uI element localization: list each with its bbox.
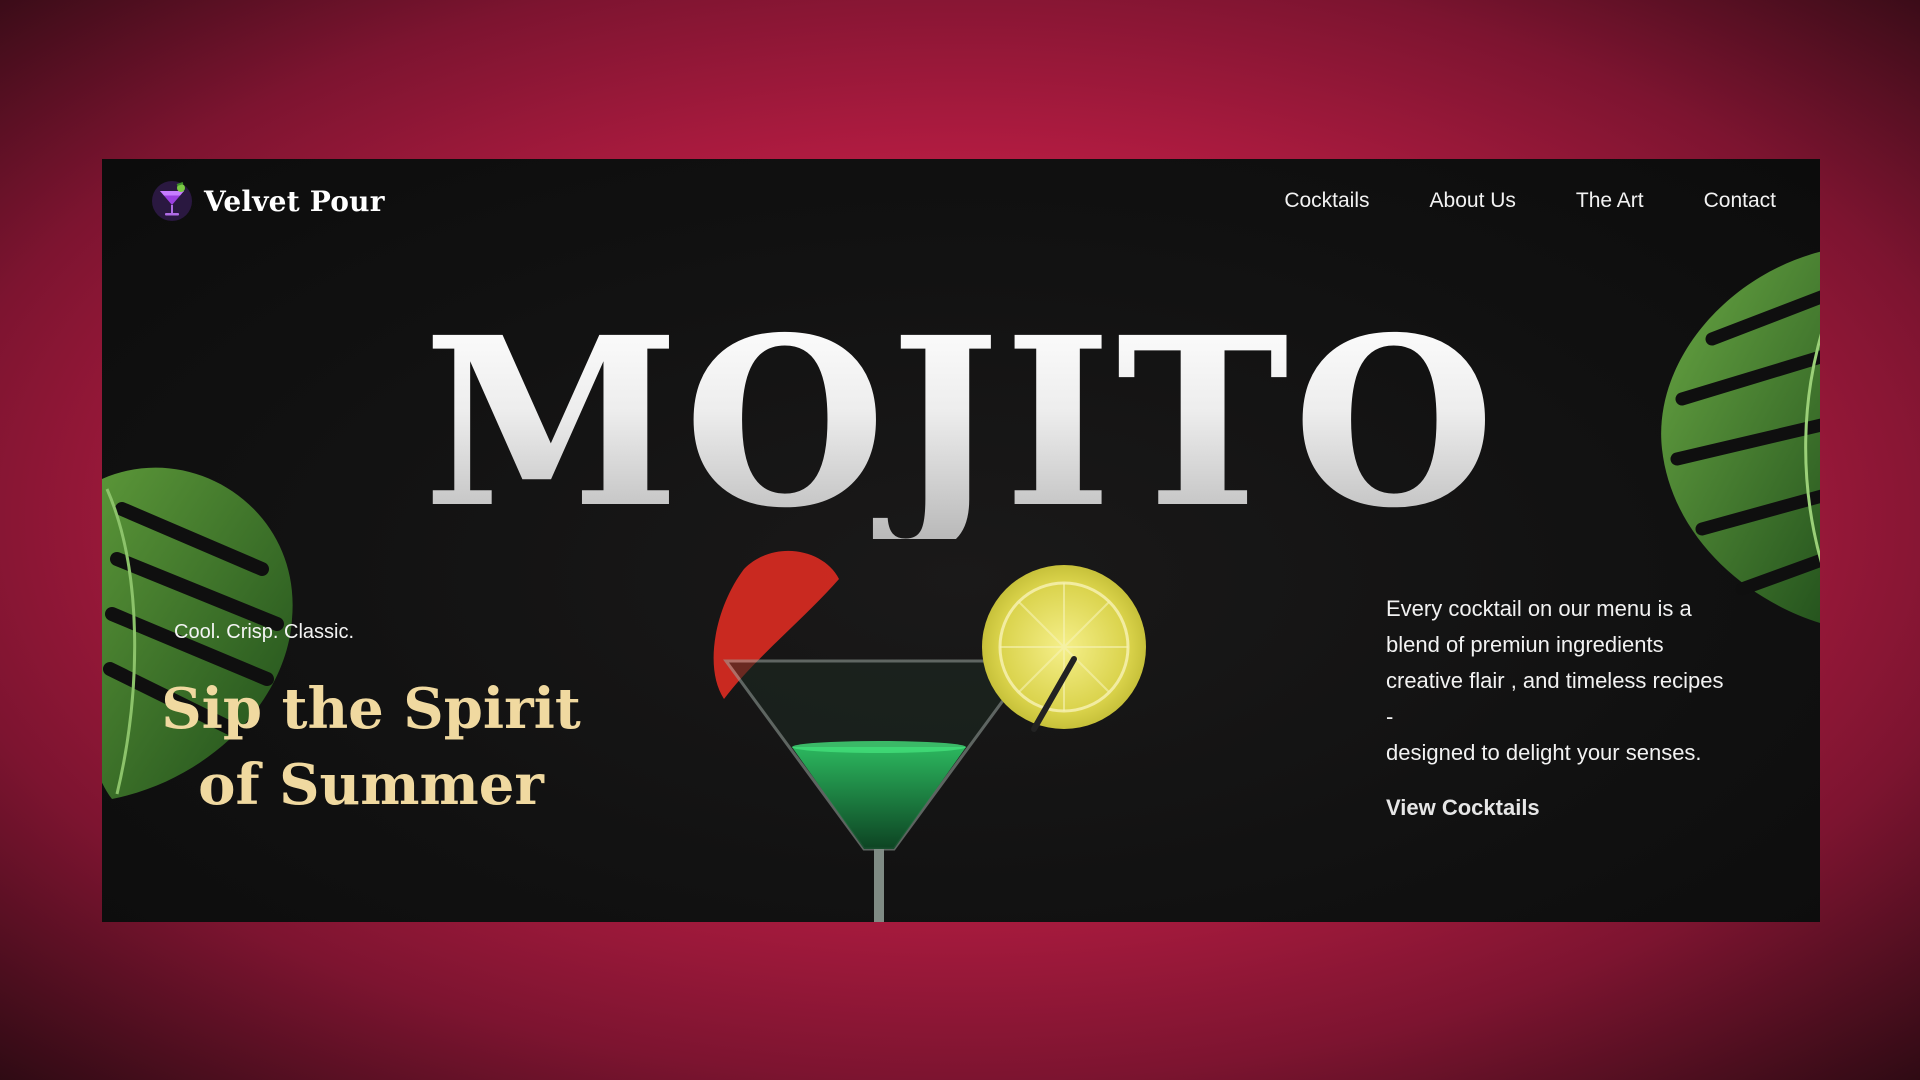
brand-name: Velvet Pour xyxy=(204,184,385,218)
brand[interactable]: Velvet Pour xyxy=(150,179,385,223)
headline-line-1: Sip the Spirit xyxy=(161,676,581,742)
hero-tagline: Cool. Crisp. Classic. xyxy=(174,621,355,643)
nav-cocktails[interactable]: Cocktails xyxy=(1284,189,1369,213)
hero-frame: Velvet Pour Cocktails About Us The Art C… xyxy=(102,159,1820,922)
headline-line-2: of Summer xyxy=(198,752,544,818)
cocktail-glass-illustration xyxy=(713,550,1146,922)
hero-headline: Sip the Spirit of Summer xyxy=(156,671,586,823)
cocktail-glass-icon xyxy=(152,181,192,221)
main-nav: Cocktails About Us The Art Contact xyxy=(1284,189,1776,213)
nav-about-us[interactable]: About Us xyxy=(1430,189,1516,213)
hero-description: Every cocktail on our menu is a blend of… xyxy=(1386,596,1724,765)
nav-the-art[interactable]: The Art xyxy=(1576,189,1644,213)
view-cocktails-link[interactable]: View Cocktails xyxy=(1386,795,1540,821)
hero-title: MOJITO xyxy=(102,307,1820,539)
nav-contact[interactable]: Contact xyxy=(1704,189,1776,213)
